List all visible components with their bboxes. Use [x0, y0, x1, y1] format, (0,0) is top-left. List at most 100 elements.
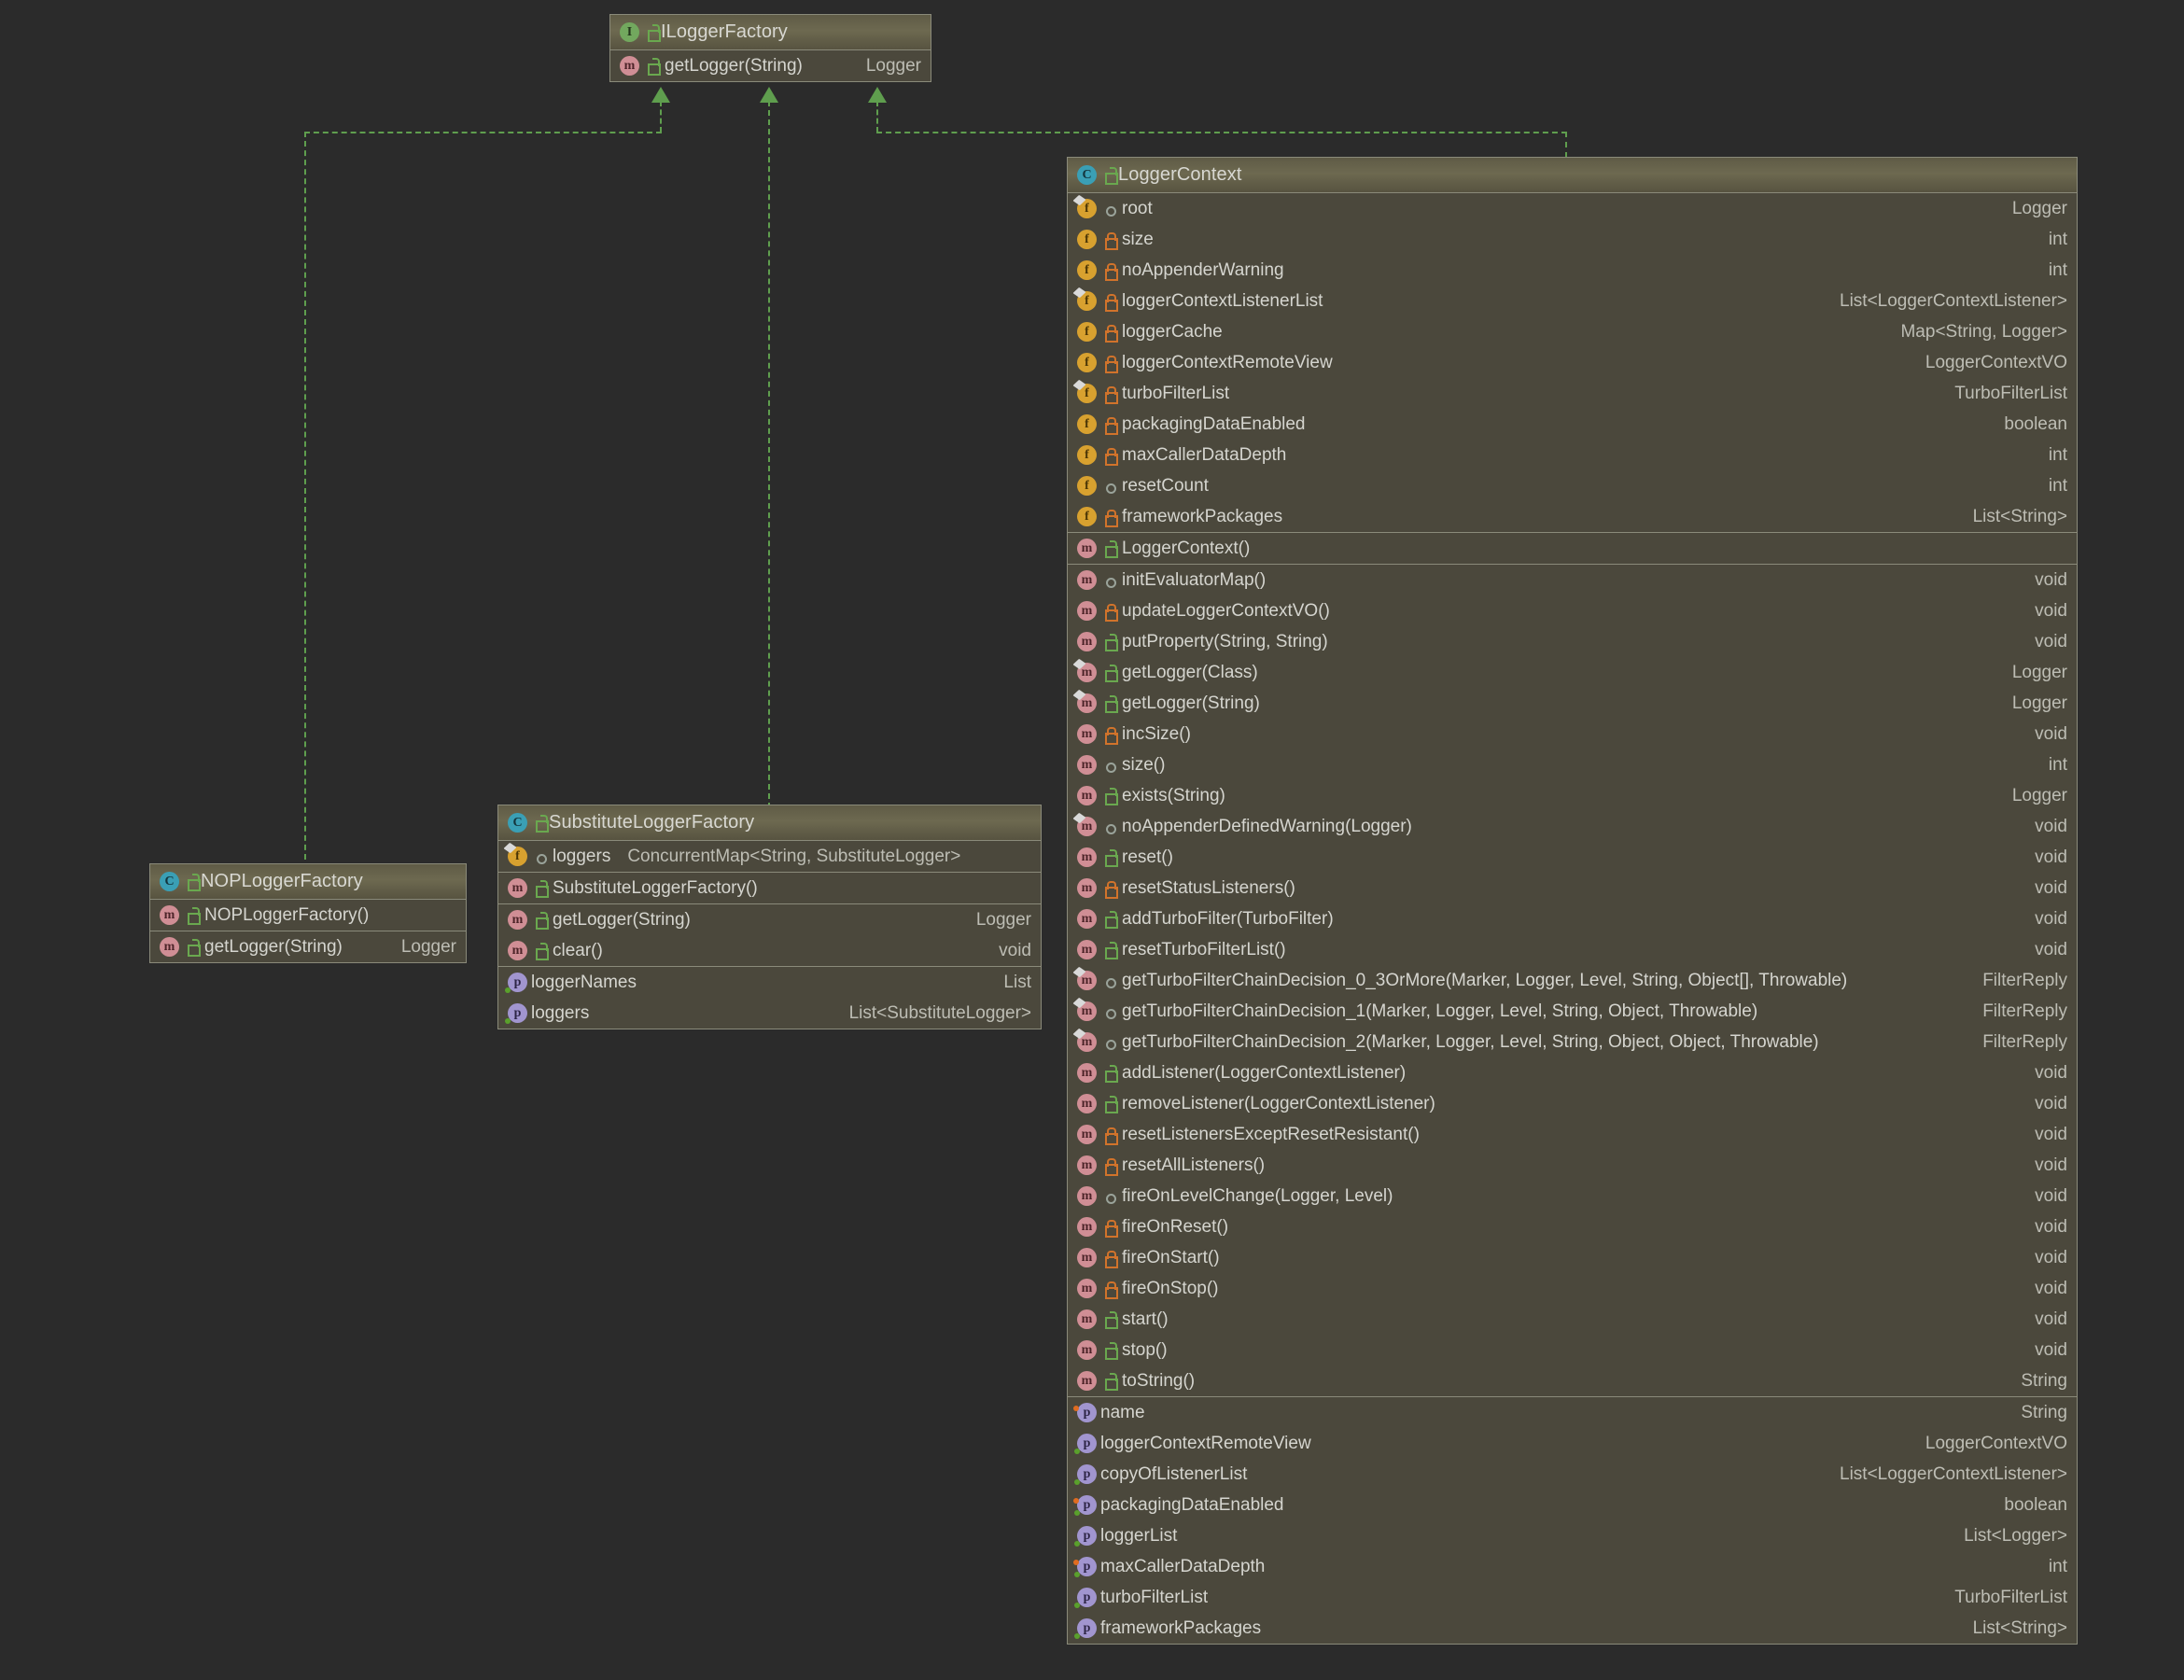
class-header[interactable]: I ILoggerFactory [610, 15, 931, 50]
member-row[interactable]: fturboFilterListTurboFilterList [1068, 378, 2077, 409]
class-name: ILoggerFactory [661, 21, 788, 43]
class-header[interactable]: C NOPLoggerFactory [150, 864, 466, 900]
method-icon: m [1077, 693, 1097, 713]
visibility-package-icon [1101, 971, 1118, 990]
member-name: root [1122, 199, 1153, 219]
member-type: void [2012, 1155, 2067, 1176]
class-header[interactable]: C LoggerContext [1068, 158, 2077, 193]
class-box-substituteloggerfactory[interactable]: C SubstituteLoggerFactory f loggers Conc… [497, 805, 1042, 1029]
member-row[interactable]: mincSize()void [1068, 719, 2077, 749]
member-type: List<SubstituteLogger> [827, 1003, 1031, 1024]
class-box-noploggerfactory[interactable]: C NOPLoggerFactory m NOPLoggerFactory() … [149, 863, 467, 963]
member-row[interactable]: mfireOnStart()void [1068, 1242, 2077, 1273]
member-name: addListener(LoggerContextListener) [1122, 1063, 1406, 1084]
member-row[interactable]: mstop()void [1068, 1335, 2077, 1365]
member-name: getLogger(String) [204, 937, 343, 958]
class-header[interactable]: C SubstituteLoggerFactory [498, 805, 1041, 841]
member-row[interactable]: floggerCacheMap<String, Logger> [1068, 316, 2077, 347]
member-name: loggerList [1100, 1526, 1177, 1547]
member-row[interactable]: m SubstituteLoggerFactory() [498, 873, 1041, 903]
member-type: void [2012, 1279, 2067, 1299]
member-row[interactable]: fmaxCallerDataDepthint [1068, 440, 2077, 470]
property-icon: p [508, 973, 527, 992]
member-row[interactable]: mLoggerContext() [1068, 533, 2077, 564]
member-row[interactable]: pcopyOfListenerListList<LoggerContextLis… [1068, 1459, 2077, 1490]
member-name: putProperty(String, String) [1122, 632, 1328, 652]
member-type: boolean [1981, 414, 2067, 435]
member-row[interactable]: m getLogger(String) Logger [610, 50, 931, 81]
member-type: void [2012, 847, 2067, 868]
member-name: loggerNames [531, 973, 637, 993]
member-row[interactable]: floggerContextListenerListList<LoggerCon… [1068, 286, 2077, 316]
member-row[interactable]: mtoString()String [1068, 1365, 2077, 1396]
visibility-public-icon [644, 22, 661, 42]
member-type: Logger [379, 937, 456, 958]
member-row[interactable]: m getLogger(String) Logger [150, 931, 466, 962]
methods-section: m getLogger(String) Logger [610, 50, 931, 81]
member-type: LoggerContextVO [1903, 353, 2067, 373]
member-row[interactable]: pmaxCallerDataDepthint [1068, 1551, 2077, 1582]
method-icon: m [1077, 1125, 1097, 1144]
member-row[interactable]: mputProperty(String, String)void [1068, 626, 2077, 657]
member-row[interactable]: msize()int [1068, 749, 2077, 780]
member-row[interactable]: fnoAppenderWarningint [1068, 255, 2077, 286]
method-icon: m [1077, 1248, 1097, 1267]
class-box-loggercontext[interactable]: C LoggerContext frootLoggerfsizeintfnoAp… [1067, 157, 2078, 1645]
method-icon: m [1077, 786, 1097, 805]
member-row[interactable]: mnoAppenderDefinedWarning(Logger)void [1068, 811, 2077, 842]
class-box-iloggerfactory[interactable]: I ILoggerFactory m getLogger(String) Log… [609, 14, 931, 82]
field-icon: f [1077, 384, 1097, 403]
member-row[interactable]: mreset()void [1068, 842, 2077, 873]
member-row[interactable]: p loggers List<SubstituteLogger> [498, 998, 1041, 1029]
member-row[interactable]: ppackagingDataEnabledboolean [1068, 1490, 2077, 1520]
member-row[interactable]: mremoveListener(LoggerContextListener)vo… [1068, 1088, 2077, 1119]
member-row[interactable]: mresetAllListeners()void [1068, 1150, 2077, 1181]
member-row[interactable]: mgetTurboFilterChainDecision_1(Marker, L… [1068, 996, 2077, 1027]
class-name: NOPLoggerFactory [201, 871, 363, 892]
member-row[interactable]: p loggerNames List [498, 967, 1041, 998]
member-row[interactable]: mexists(String)Logger [1068, 780, 2077, 811]
member-row[interactable]: mresetListenersExceptResetResistant()voi… [1068, 1119, 2077, 1150]
visibility-package-icon [1101, 755, 1118, 775]
member-row[interactable]: mfireOnReset()void [1068, 1211, 2077, 1242]
visibility-public-icon [532, 878, 549, 898]
member-row[interactable]: m clear() void [498, 935, 1041, 966]
member-row[interactable]: pnameString [1068, 1397, 2077, 1428]
member-row[interactable]: fsizeint [1068, 224, 2077, 255]
member-row[interactable]: mfireOnLevelChange(Logger, Level)void [1068, 1181, 2077, 1211]
member-row[interactable]: mgetLogger(String)Logger [1068, 688, 2077, 719]
member-row[interactable]: mgetTurboFilterChainDecision_2(Marker, L… [1068, 1027, 2077, 1057]
member-name: NOPLoggerFactory() [204, 905, 369, 926]
member-row[interactable]: maddTurboFilter(TurboFilter)void [1068, 903, 2077, 934]
member-type: Logger [1990, 663, 2067, 683]
member-row[interactable]: mfireOnStop()void [1068, 1273, 2077, 1304]
member-row[interactable]: fframeworkPackagesList<String> [1068, 501, 2077, 532]
field-icon: f [1077, 322, 1097, 342]
member-row[interactable]: f loggers ConcurrentMap<String, Substitu… [498, 841, 1041, 872]
member-name: loggers [553, 847, 610, 867]
member-row[interactable]: frootLogger [1068, 193, 2077, 224]
member-row[interactable]: mupdateLoggerContextVO()void [1068, 595, 2077, 626]
member-row[interactable]: pframeworkPackagesList<String> [1068, 1613, 2077, 1644]
member-row[interactable]: mstart()void [1068, 1304, 2077, 1335]
method-icon: m [160, 905, 179, 925]
member-row[interactable]: ploggerContextRemoteViewLoggerContextVO [1068, 1428, 2077, 1459]
member-row[interactable]: ploggerListList<Logger> [1068, 1520, 2077, 1551]
visibility-private-icon [1101, 353, 1118, 372]
member-row[interactable]: mresetStatusListeners()void [1068, 873, 2077, 903]
member-type: void [2012, 878, 2067, 899]
member-row[interactable]: maddListener(LoggerContextListener)void [1068, 1057, 2077, 1088]
member-row[interactable]: floggerContextRemoteViewLoggerContextVO [1068, 347, 2077, 378]
member-row[interactable]: fresetCountint [1068, 470, 2077, 501]
member-row[interactable]: fpackagingDataEnabledboolean [1068, 409, 2077, 440]
member-row[interactable]: mgetLogger(Class)Logger [1068, 657, 2077, 688]
member-row[interactable]: mresetTurboFilterList()void [1068, 934, 2077, 965]
member-row[interactable]: pturboFilterListTurboFilterList [1068, 1582, 2077, 1613]
visibility-private-icon [1101, 1217, 1118, 1237]
member-row[interactable]: m NOPLoggerFactory() [150, 900, 466, 931]
member-row[interactable]: m getLogger(String) Logger [498, 904, 1041, 935]
member-row[interactable]: minitEvaluatorMap()void [1068, 565, 2077, 595]
member-row[interactable]: mgetTurboFilterChainDecision_0_3OrMore(M… [1068, 965, 2077, 996]
member-type: void [2012, 1186, 2067, 1207]
member-type: Logger [1990, 786, 2067, 806]
